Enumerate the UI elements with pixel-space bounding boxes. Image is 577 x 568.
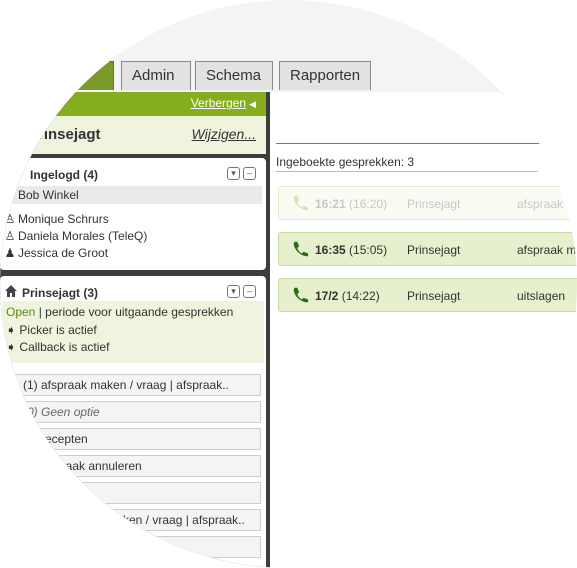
user-row[interactable]: ♟ Jessica de Groot xyxy=(4,244,262,262)
edit-location-link[interactable]: Wijzigen... xyxy=(192,126,256,142)
divider xyxy=(276,143,540,144)
status-panel: Open | periode voor uitgaande gesprekken… xyxy=(2,301,264,363)
option-item[interactable]: (0) Geen optie xyxy=(2,401,261,423)
user-row[interactable]: ♙ Daniela Morales (TeleQ) xyxy=(4,227,262,245)
sidebar-header: Verbergen ◀ xyxy=(0,92,266,116)
location-box: Prinsejagt (3) ▾ – Open | periode voor u… xyxy=(0,276,266,568)
tab-bar: n Admin Schema Rapporten xyxy=(0,0,577,95)
minimize-icon[interactable]: – xyxy=(243,167,256,180)
status-line: Open | periode voor uitgaande gesprekken xyxy=(6,305,234,319)
minimize-icon[interactable]: – xyxy=(243,285,256,298)
divider xyxy=(276,171,538,172)
callback-status: ➧ Callback is actief xyxy=(6,340,110,354)
option-item[interactable]: spraak annuleren xyxy=(2,455,261,477)
person-outline-icon: ♙ xyxy=(4,188,16,202)
option-item[interactable]: en xyxy=(2,482,261,504)
phone-icon xyxy=(293,287,309,303)
home-icon xyxy=(4,284,18,301)
call-type: uitslagen xyxy=(517,289,566,303)
tab-active[interactable]: n xyxy=(60,61,114,90)
arrow-right-icon: ➧ xyxy=(6,340,17,354)
tab-rapporten[interactable]: Rapporten xyxy=(279,61,371,90)
logged-in-box: Ingelogd (4) ▾ – ♙ Bob Winkel ♙ Monique Sc… xyxy=(0,158,266,270)
person-outline-icon: ♙ xyxy=(4,212,16,226)
sidebar: Verbergen ◀ rinsejagt Wijzigen... Ingelog… xyxy=(0,92,270,568)
option-item[interactable] xyxy=(2,536,261,558)
location-box-title: Prinsejagt (3) xyxy=(22,286,99,300)
logged-in-controls: ▾ – xyxy=(227,167,256,180)
triangle-left-icon: ◀ xyxy=(249,99,256,109)
status-open: Open xyxy=(6,305,36,319)
phone-icon xyxy=(293,241,309,257)
arrow-right-icon: ➧ xyxy=(6,323,17,337)
location-box-controls: ▾ – xyxy=(227,285,256,298)
collapse-dropdown-icon[interactable]: ▾ xyxy=(227,167,240,180)
picker-status: ➧ Picker is actief xyxy=(6,323,97,337)
call-location: Prinsejagt xyxy=(407,289,461,303)
call-row[interactable]: 16:35 (15:05) Prinsejagt afspraak mak xyxy=(278,232,577,266)
tab-admin[interactable]: Admin xyxy=(121,61,191,90)
option-item[interactable]: recepten xyxy=(2,428,261,450)
circular-viewport: n Admin Schema Rapporten Verbergen ◀ rins… xyxy=(0,0,577,568)
call-location: Prinsejagt xyxy=(407,197,461,211)
person-filled-icon: ♟ xyxy=(4,246,16,260)
booked-calls-count: Ingeboekte gesprekken: 3 xyxy=(276,155,415,169)
logged-in-title: Ingelogd (4) xyxy=(30,168,98,182)
user-row[interactable]: ♙ Monique Schrurs xyxy=(4,210,262,228)
option-item[interactable]: ) (1) afspraak maken / vraag | afspraak.. xyxy=(2,374,261,396)
hide-sidebar-link[interactable]: Verbergen ◀ xyxy=(191,96,256,110)
call-time: 16:35 (15:05) xyxy=(315,243,388,257)
tab-schema[interactable]: Schema xyxy=(195,61,273,90)
option-indicator-icon: ) xyxy=(9,378,13,392)
call-row[interactable]: 16:21 (16:20) Prinsejagt afspraak m xyxy=(278,186,577,220)
person-outline-icon: ♙ xyxy=(4,229,16,243)
call-type: afspraak mak xyxy=(517,243,577,257)
location-title: rinsejagt xyxy=(38,126,101,143)
call-time: 17/2 (14:22) xyxy=(315,289,380,303)
call-type: afspraak m xyxy=(517,197,577,211)
user-row[interactable]: ♙ Bob Winkel xyxy=(4,186,262,204)
option-item[interactable]: ken / vraag | afspraak.. xyxy=(2,509,261,531)
phone-icon xyxy=(293,195,309,211)
app: n Admin Schema Rapporten Verbergen ◀ rins… xyxy=(0,0,577,568)
location-panel: rinsejagt Wijzigen... xyxy=(0,116,266,154)
call-location: Prinsejagt xyxy=(407,243,461,257)
main-panel: Ingeboekte gesprekken: 3 16:21 (16:20) P… xyxy=(270,92,577,568)
call-row[interactable]: 17/2 (14:22) Prinsejagt uitslagen xyxy=(278,278,577,312)
call-time: 16:21 (16:20) xyxy=(315,197,388,211)
collapse-dropdown-icon[interactable]: ▾ xyxy=(227,285,240,298)
